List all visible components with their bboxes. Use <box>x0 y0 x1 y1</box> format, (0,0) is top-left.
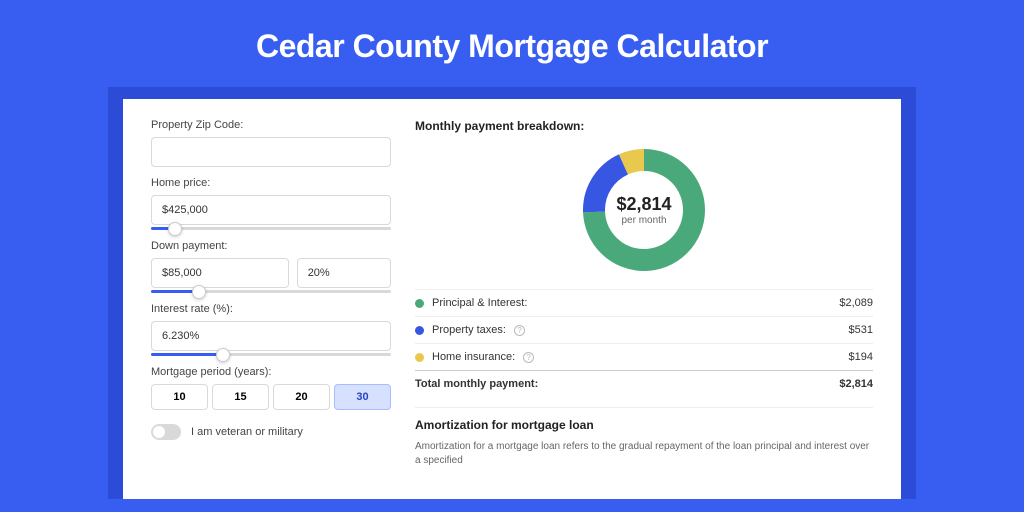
donut-amount: $2,814 <box>616 194 671 215</box>
down-label: Down payment: <box>151 240 391 252</box>
rate-slider[interactable] <box>151 353 391 356</box>
breakdown-row-taxes: Property taxes: ? $531 <box>415 316 873 343</box>
period-field: Mortgage period (years): 10 15 20 30 <box>151 366 391 410</box>
card-backdrop: Property Zip Code: Home price: Down paym… <box>108 87 916 499</box>
amortization-title: Amortization for mortgage loan <box>415 418 873 432</box>
period-30-button[interactable]: 30 <box>334 384 391 410</box>
veteran-toggle[interactable] <box>151 424 181 440</box>
rate-label: Interest rate (%): <box>151 303 391 315</box>
period-label: Mortgage period (years): <box>151 366 391 378</box>
breakdown-label: Home insurance: <box>432 351 515 363</box>
breakdown-row-total: Total monthly payment: $2,814 <box>415 370 873 397</box>
donut-chart: $2,814 per month <box>579 145 709 275</box>
period-button-group: 10 15 20 30 <box>151 384 391 410</box>
price-field: Home price: <box>151 177 391 230</box>
breakdown-row-insurance: Home insurance: ? $194 <box>415 343 873 370</box>
total-label: Total monthly payment: <box>415 378 538 390</box>
down-slider[interactable] <box>151 290 391 293</box>
down-amount-input[interactable] <box>151 258 289 288</box>
breakdown-label: Principal & Interest: <box>432 297 527 309</box>
down-field: Down payment: <box>151 240 391 293</box>
zip-label: Property Zip Code: <box>151 119 391 131</box>
veteran-label: I am veteran or military <box>191 426 303 438</box>
donut-center: $2,814 per month <box>579 145 709 275</box>
dot-icon <box>415 326 424 335</box>
price-label: Home price: <box>151 177 391 189</box>
breakdown-amount: $194 <box>849 351 873 363</box>
info-icon[interactable]: ? <box>514 325 525 336</box>
rate-field: Interest rate (%): <box>151 303 391 356</box>
zip-field: Property Zip Code: <box>151 119 391 167</box>
period-15-button[interactable]: 15 <box>212 384 269 410</box>
breakdown-amount: $531 <box>849 324 873 336</box>
price-input[interactable] <box>151 195 391 225</box>
down-percent-input[interactable] <box>297 258 391 288</box>
breakdown-label: Property taxes: <box>432 324 506 336</box>
price-slider[interactable] <box>151 227 391 230</box>
hero: Cedar County Mortgage Calculator <box>0 0 1024 87</box>
breakdown-row-principal: Principal & Interest: $2,089 <box>415 289 873 316</box>
amortization-section: Amortization for mortgage loan Amortizat… <box>415 407 873 468</box>
period-20-button[interactable]: 20 <box>273 384 330 410</box>
breakdown-title: Monthly payment breakdown: <box>415 119 873 133</box>
amortization-text: Amortization for a mortgage loan refers … <box>415 440 873 468</box>
total-amount: $2,814 <box>839 378 873 390</box>
donut-sub: per month <box>621 215 666 226</box>
donut-wrap: $2,814 per month <box>415 145 873 275</box>
period-10-button[interactable]: 10 <box>151 384 208 410</box>
info-icon[interactable]: ? <box>523 352 534 363</box>
breakdown-panel: Monthly payment breakdown: $2,814 per mo… <box>415 119 873 499</box>
veteran-row: I am veteran or military <box>151 424 391 440</box>
dot-icon <box>415 353 424 362</box>
dot-icon <box>415 299 424 308</box>
form-panel: Property Zip Code: Home price: Down paym… <box>151 119 391 499</box>
page-title: Cedar County Mortgage Calculator <box>0 28 1024 65</box>
zip-input[interactable] <box>151 137 391 167</box>
breakdown-amount: $2,089 <box>839 297 873 309</box>
calculator-card: Property Zip Code: Home price: Down paym… <box>123 99 901 499</box>
rate-input[interactable] <box>151 321 391 351</box>
